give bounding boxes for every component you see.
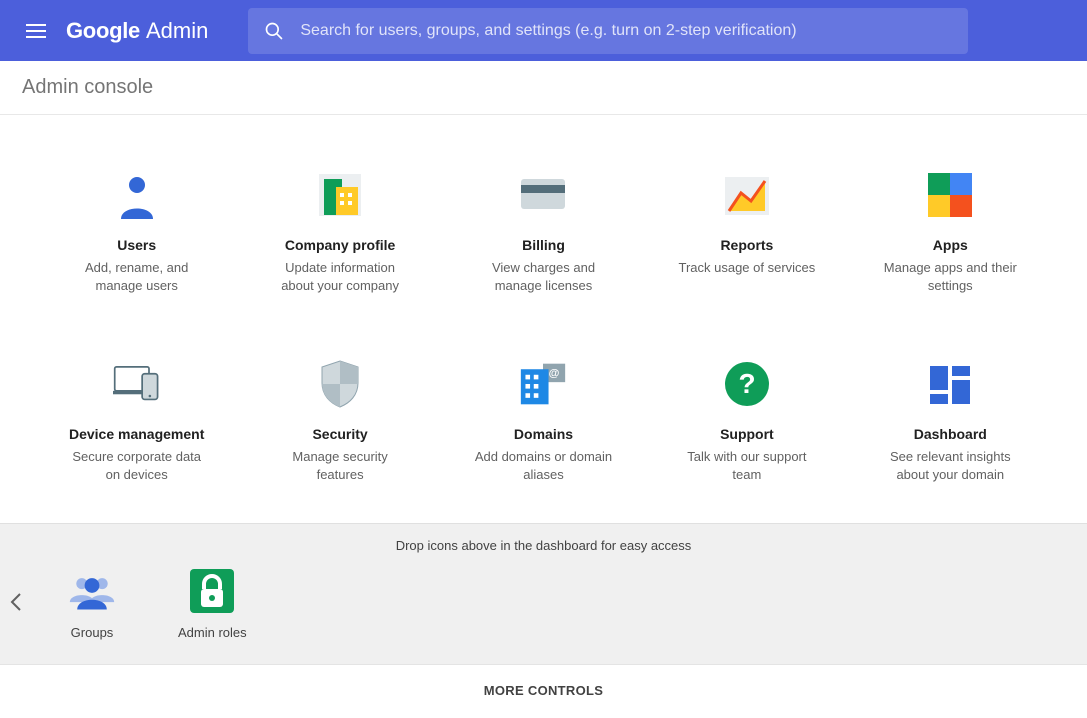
card-title: Domains xyxy=(514,426,573,442)
card-desc: View charges and manage licenses xyxy=(492,259,595,294)
card-title: Company profile xyxy=(285,237,395,253)
app-header: Google Admin xyxy=(0,0,1087,61)
card-desc: Track usage of services xyxy=(678,259,815,277)
users-icon xyxy=(113,171,161,219)
card-desc: See relevant insights about your domain xyxy=(890,448,1011,483)
security-icon xyxy=(316,360,364,408)
support-icon: ? xyxy=(723,360,771,408)
apps-icon xyxy=(926,171,974,219)
device-management-icon xyxy=(113,360,161,408)
admin-cards-grid: Users Add, rename, and manage users Comp… xyxy=(0,115,1087,523)
logo-admin-text: Admin xyxy=(146,18,208,44)
search-bar[interactable] xyxy=(248,8,968,54)
card-desc: Talk with our support team xyxy=(687,448,806,483)
card-title: Users xyxy=(117,237,156,253)
more-controls-label: MORE CONTROLS xyxy=(484,683,603,698)
card-reports[interactable]: Reports Track usage of services xyxy=(650,171,843,294)
card-domains[interactable]: @ Domains Add domains or domain aliases xyxy=(447,360,640,483)
chevron-left-icon xyxy=(10,592,22,612)
search-icon xyxy=(264,21,284,41)
tray-label: Groups xyxy=(71,625,114,640)
admin-roles-icon xyxy=(188,567,236,615)
card-desc: Add, rename, and manage users xyxy=(85,259,188,294)
reports-icon xyxy=(723,171,771,219)
google-admin-logo[interactable]: Google Admin xyxy=(66,18,208,44)
tray-hint-text: Drop icons above in the dashboard for ea… xyxy=(0,538,1087,553)
card-billing[interactable]: Billing View charges and manage licenses xyxy=(447,171,640,294)
domains-icon: @ xyxy=(519,360,567,408)
svg-text:@: @ xyxy=(549,368,560,380)
tray-label: Admin roles xyxy=(178,625,247,640)
card-desc: Manage security features xyxy=(292,448,387,483)
more-controls-tray: Drop icons above in the dashboard for ea… xyxy=(0,523,1087,664)
card-title: Support xyxy=(720,426,774,442)
card-title: Reports xyxy=(720,237,773,253)
tray-prev-button[interactable] xyxy=(4,582,28,622)
card-desc: Add domains or domain aliases xyxy=(475,448,612,483)
billing-icon xyxy=(519,171,567,219)
card-title: Apps xyxy=(933,237,968,253)
card-desc: Secure corporate data on devices xyxy=(72,448,201,483)
card-desc: Manage apps and their settings xyxy=(884,259,1017,294)
card-dashboard[interactable]: Dashboard See relevant insights about yo… xyxy=(854,360,1047,483)
card-desc: Update information about your company xyxy=(281,259,399,294)
card-title: Dashboard xyxy=(914,426,987,442)
card-company-profile[interactable]: Company profile Update information about… xyxy=(243,171,436,294)
card-title: Security xyxy=(312,426,367,442)
svg-text:?: ? xyxy=(738,368,755,399)
page-subheader: Admin console xyxy=(0,61,1087,115)
card-title: Billing xyxy=(522,237,565,253)
hamburger-icon xyxy=(26,24,46,38)
main-menu-button[interactable] xyxy=(14,9,58,53)
page-title: Admin console xyxy=(22,76,153,99)
tray-items: Groups Admin roles xyxy=(0,567,1087,640)
card-title: Device management xyxy=(69,426,204,442)
card-apps[interactable]: Apps Manage apps and their settings xyxy=(854,171,1047,294)
tray-card-admin-roles[interactable]: Admin roles xyxy=(178,567,247,640)
tray-card-groups[interactable]: Groups xyxy=(68,567,116,640)
card-device-management[interactable]: Device management Secure corporate data … xyxy=(40,360,233,483)
logo-google-text: Google xyxy=(66,18,140,44)
card-users[interactable]: Users Add, rename, and manage users xyxy=(40,171,233,294)
dashboard-icon xyxy=(926,360,974,408)
card-support[interactable]: ? Support Talk with our support team xyxy=(650,360,843,483)
company-profile-icon xyxy=(316,171,364,219)
more-controls-footer[interactable]: MORE CONTROLS xyxy=(0,664,1087,716)
groups-icon xyxy=(68,567,116,615)
search-input[interactable] xyxy=(300,22,952,40)
card-security[interactable]: Security Manage security features xyxy=(243,360,436,483)
